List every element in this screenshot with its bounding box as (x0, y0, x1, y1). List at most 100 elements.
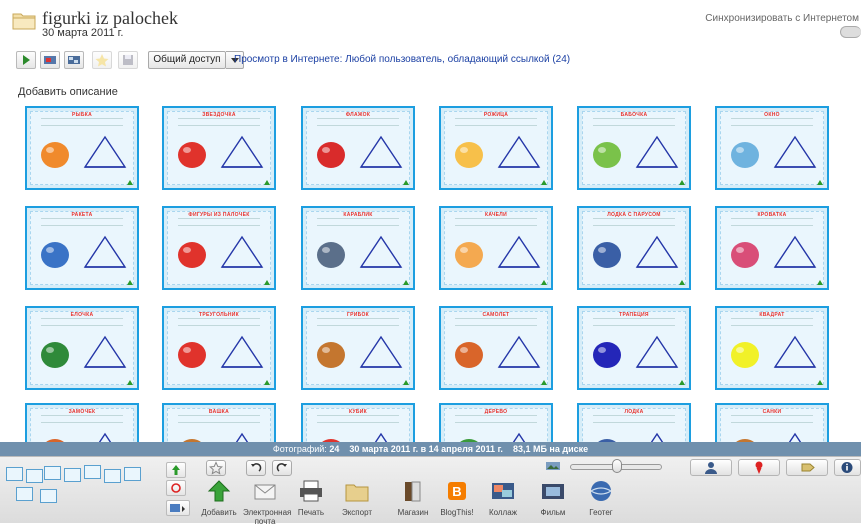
photo-thumbnail[interactable]: РЫБКА (25, 106, 139, 190)
star-toggle-button[interactable] (206, 460, 226, 476)
blogger-action-button[interactable]: B BlogThis! (435, 479, 479, 517)
person-icon (705, 462, 717, 474)
tray-thumb[interactable] (40, 489, 57, 503)
photo-thumbnail[interactable]: КАРАБЛИК (301, 206, 415, 290)
slide-picture-icon (41, 342, 69, 368)
svg-text:B: B (452, 484, 461, 499)
add-to-album-button[interactable] (166, 500, 190, 516)
photo-thumbnail[interactable]: ДЕРЕВО (439, 403, 553, 442)
green-arrow-icon (817, 380, 823, 385)
photo-thumbnail[interactable]: БАБОЧКА (577, 106, 691, 190)
stick-figure-icon (83, 135, 127, 168)
photo-thumbnail[interactable]: ТРАПЕЦИЯ (577, 306, 691, 390)
album-toolbar: Общий доступ Просмотр в Интернете: Любой… (16, 51, 856, 71)
stick-figure-icon (83, 335, 127, 368)
tray-thumb[interactable] (44, 466, 61, 480)
film-action-button[interactable]: Фильм (531, 479, 575, 517)
collage-action-button[interactable]: Коллаж (481, 479, 525, 517)
slide-picture-icon (46, 439, 64, 442)
envelope-action-button[interactable]: Электронная почта (243, 479, 291, 526)
globe-action-button[interactable]: Геотег (579, 479, 623, 517)
album-add-icon (170, 504, 185, 512)
printer-action-button[interactable]: Печать (289, 479, 333, 517)
tray-thumb[interactable] (6, 467, 23, 481)
shop-action-button[interactable]: Магазин (391, 479, 435, 517)
slide-picture-icon (41, 142, 69, 168)
play-slideshow-button[interactable] (16, 51, 36, 69)
tray-thumb[interactable] (26, 469, 43, 483)
slide-picture-icon (593, 342, 621, 368)
slide-picture-icon (455, 242, 483, 268)
photo-thumbnail[interactable]: ФЛАЖОК (301, 106, 415, 190)
collage-view-button[interactable] (64, 51, 84, 69)
rotate-left-button[interactable] (246, 460, 266, 476)
tray-thumb[interactable] (16, 487, 33, 501)
printer-icon (300, 480, 322, 502)
places-button[interactable] (738, 459, 780, 476)
photo-thumbnail[interactable]: КУБИК (301, 403, 415, 442)
photo-thumbnail[interactable]: ФИГУРЫ ИЗ ПАЛОЧЕК (162, 206, 276, 290)
slide-verse (178, 218, 260, 226)
slide-picture-icon (593, 242, 621, 268)
action-label: Экспорт (341, 508, 373, 517)
slide-picture-icon (731, 342, 759, 368)
slide-verse (178, 318, 260, 326)
album-title[interactable]: figurki iz palochek (42, 8, 178, 29)
photo-thumbnail[interactable]: РОЖИЦА (439, 106, 553, 190)
clear-button[interactable] (166, 480, 186, 496)
stick-figure-icon (635, 235, 679, 268)
photo-thumbnail[interactable]: РАКЕТА (25, 206, 139, 290)
green-arrow-icon (264, 380, 270, 385)
star-button[interactable] (92, 51, 112, 69)
hold-button[interactable] (166, 462, 186, 478)
tags-button[interactable] (786, 459, 828, 476)
photo-thumbnail[interactable]: КВАДРАТ (715, 306, 829, 390)
properties-button[interactable] (834, 459, 861, 476)
photo-thumbnail[interactable]: ТРЕУГОЛЬНИК (162, 306, 276, 390)
photo-thumbnail[interactable]: КРОВАТКА (715, 206, 829, 290)
tray-thumb[interactable] (104, 469, 121, 483)
green-arrow-icon (127, 280, 133, 285)
tray-thumb[interactable] (64, 468, 81, 482)
tray-thumb[interactable] (124, 467, 141, 481)
add-description-field[interactable]: Добавить описание (18, 86, 118, 98)
photo-thumbnail[interactable]: ОКНО (715, 106, 829, 190)
people-button[interactable] (690, 459, 732, 476)
tray-thumb[interactable] (84, 465, 101, 479)
photo-thumbnail[interactable]: САМОЛЕТ (439, 306, 553, 390)
action-label: BlogThis! (440, 508, 474, 517)
photo-thumbnail[interactable]: ВАШКА (162, 403, 276, 442)
photo-thumbnail[interactable]: ЛОДКА (577, 403, 691, 442)
stick-figure-icon (220, 135, 264, 168)
rotate-right-button[interactable] (272, 460, 292, 476)
add-action-button[interactable]: Добавить (197, 479, 241, 517)
share-button[interactable]: Общий доступ (148, 51, 226, 69)
save-button[interactable] (118, 51, 138, 69)
slideshow-button[interactable] (40, 51, 60, 69)
photo-thumbnail[interactable]: ГРИБОК (301, 306, 415, 390)
slider-handle[interactable] (612, 459, 622, 473)
photo-thumbnail[interactable]: ЗАМОЧЕК (25, 403, 139, 442)
folder-action-button[interactable]: Экспорт (335, 479, 379, 517)
photo-thumbnail[interactable]: КАЧЕЛИ (439, 206, 553, 290)
photo-thumbnail[interactable]: ЗВЕЗДОЧКА (162, 106, 276, 190)
collage-icon (68, 56, 80, 64)
green-arrow-icon (127, 380, 133, 385)
photo-thumbnail[interactable]: ЕЛОЧКА (25, 306, 139, 390)
stick-figure-icon (635, 135, 679, 168)
photos-label: Фотографий: (272, 444, 327, 454)
sync-toggle[interactable] (840, 26, 861, 38)
green-arrow-icon (817, 180, 823, 185)
slide-verse (593, 218, 675, 226)
info-icon (841, 462, 853, 473)
slide-picture-icon (178, 242, 206, 268)
slide-picture-icon (317, 142, 345, 168)
play-icon (23, 55, 30, 65)
photo-thumbnail[interactable]: ЛОДКА С ПАРУСОМ (577, 206, 691, 290)
photo-thumbnail[interactable]: САНКИ (715, 403, 829, 442)
stick-figure-icon (635, 335, 679, 368)
slide-verse (593, 318, 675, 326)
album-date[interactable]: 30 марта 2011 г. (42, 27, 123, 39)
web-view-link[interactable]: Просмотр в Интернете: Любой пользователь… (234, 54, 570, 65)
green-up-arrow-icon (207, 480, 231, 502)
